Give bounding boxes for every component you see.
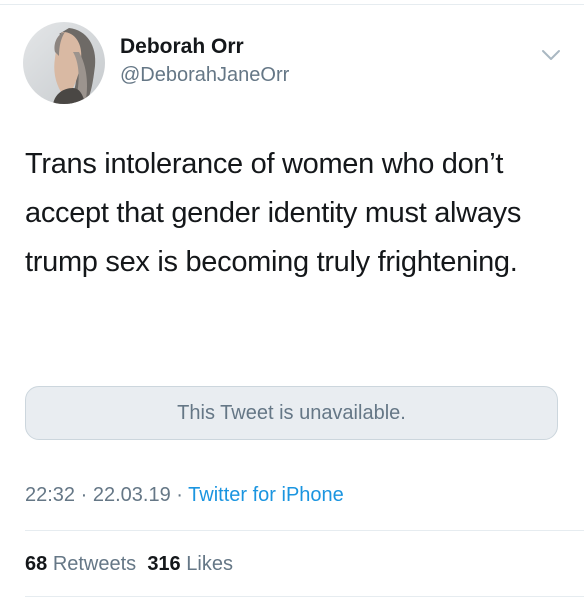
user-handle[interactable]: @DeborahJaneOrr (120, 61, 289, 89)
quoted-tweet-box[interactable]: This Tweet is unavailable. (25, 386, 558, 440)
retweets-stat[interactable]: 68 Retweets (25, 553, 136, 575)
tweet-header: Deborah Orr @DeborahJaneOrr (23, 22, 563, 106)
tweet-date: 22.03.19 (92, 484, 171, 506)
tweet-time: 22:32 (25, 484, 76, 506)
likes-stat[interactable]: 316 Likes (147, 553, 233, 575)
chevron-down-icon[interactable] (540, 44, 562, 66)
retweets-label: Retweets (52, 553, 137, 575)
meta-separator: · (176, 484, 183, 506)
tweet-meta: 22:32 · 22.03.19 · Twitter for iPhone (25, 480, 344, 510)
top-divider (0, 4, 584, 5)
display-name[interactable]: Deborah Orr (120, 33, 289, 61)
avatar-image (23, 22, 105, 104)
tweet-stats: 68 Retweets 316 Likes (25, 549, 233, 579)
divider (25, 530, 584, 531)
likes-count: 316 (147, 553, 181, 575)
meta-separator: · (80, 484, 88, 506)
tweet-source-link[interactable]: Twitter for iPhone (188, 484, 344, 506)
retweets-count: 68 (25, 553, 48, 575)
user-block[interactable]: Deborah Orr @DeborahJaneOrr (120, 33, 289, 89)
avatar[interactable] (23, 22, 105, 104)
divider (25, 596, 584, 597)
quoted-tweet-notice: This Tweet is unavailable. (177, 401, 406, 424)
tweet-text: Trans intolerance of women who don’t acc… (25, 148, 522, 278)
likes-label: Likes (186, 553, 233, 575)
